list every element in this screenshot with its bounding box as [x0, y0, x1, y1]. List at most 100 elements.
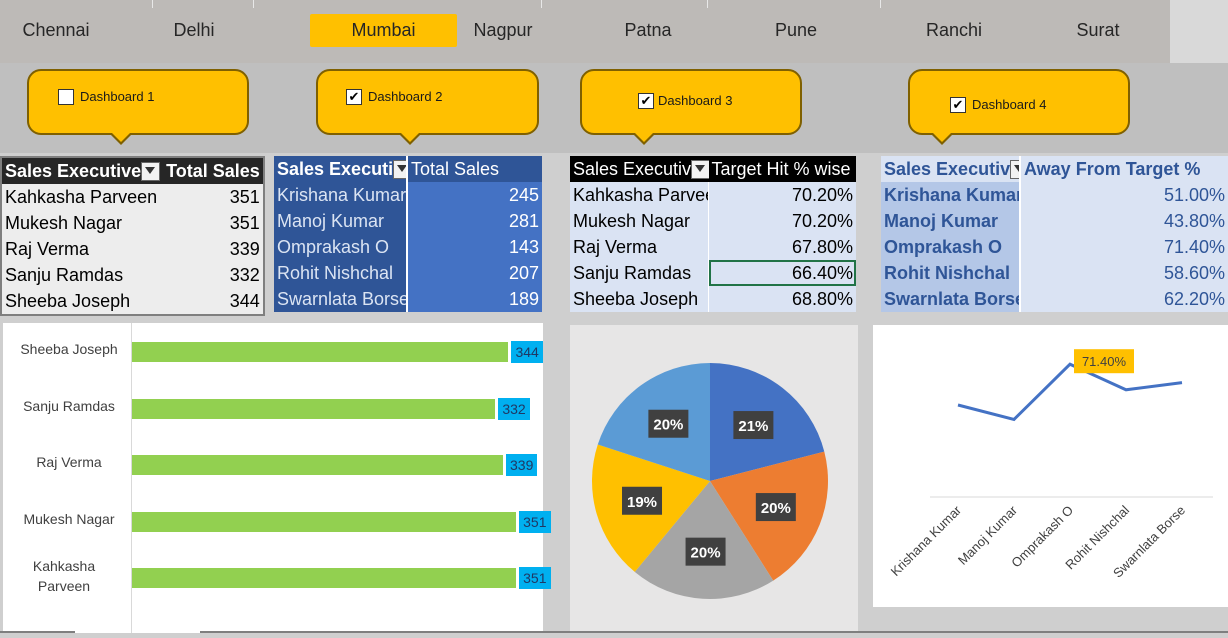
grid-line	[707, 0, 708, 8]
dashboard-2-checkbox[interactable]: ✔	[346, 89, 362, 105]
cell: Swarnlata Borse	[881, 286, 1021, 312]
dashboard-1-label: Dashboard 1	[80, 89, 155, 104]
cell: Sheeba Joseph	[5, 290, 131, 311]
cell: 71.40%	[1020, 234, 1228, 260]
slicer-item-patna[interactable]: Patna	[602, 14, 694, 47]
cell: 51.00%	[1020, 182, 1228, 208]
city-slicer: Chennai Delhi Mumbai Nagpur Patna Pune R…	[0, 0, 1170, 63]
bar[interactable]	[132, 568, 517, 588]
dashboard-3-checkbox[interactable]: ✔	[638, 93, 654, 109]
cell: 58.60%	[1020, 260, 1228, 286]
cell: Manoj Kumar	[881, 208, 1021, 234]
dashboard-2-callout: ✔ Dashboard 2	[316, 69, 539, 145]
bar-data-label: 332	[498, 397, 530, 420]
slicer-item-mumbai[interactable]: Mumbai	[310, 14, 457, 47]
sales-bar-chart[interactable]: Sheeba Joseph 344 Sanju Ramdas 332 Raj Verma…	[3, 323, 551, 633]
active-cell[interactable]: 66.40%	[708, 260, 856, 286]
table-row: Omprakash O 143	[274, 234, 542, 260]
dashboard-4-label: Dashboard 4	[972, 97, 1047, 112]
cell: Rohit Nishchal	[274, 260, 408, 286]
svg-text:19%: 19%	[627, 494, 657, 511]
cell: Omprakash O	[881, 234, 1021, 260]
cell: Mukesh Nagar	[5, 212, 123, 233]
cell: 70.20%	[791, 184, 853, 205]
bar[interactable]	[132, 511, 517, 532]
svg-text:21%: 21%	[738, 418, 768, 435]
slicer-item-pune[interactable]: Pune	[750, 14, 842, 47]
column-header: Target Hit % wise	[711, 158, 851, 179]
cell: Manoj Kumar	[274, 208, 408, 234]
table-row: Manoj Kumar 43.80%	[881, 208, 1228, 234]
dashboard-2-label: Dashboard 2	[368, 89, 443, 104]
cell: 67.80%	[791, 236, 853, 257]
pie-data-label: 20%	[685, 537, 726, 566]
column-header: Total Sales	[166, 160, 260, 181]
cell: Sanju Ramdas	[5, 264, 124, 285]
total-sales-table: Sales Executive Total Sales Kahkasha Par…	[0, 156, 265, 316]
slicer-item-nagpur[interactable]: Nagpur	[457, 14, 549, 47]
bar-category-label: Kahkasha Parveen	[32, 558, 96, 594]
svg-text:20%: 20%	[691, 545, 721, 562]
svg-text:20%: 20%	[653, 417, 683, 434]
filter-icon[interactable]	[1010, 160, 1018, 180]
cell: 332	[229, 264, 260, 285]
slicer-item-ranchi[interactable]: Ranchi	[908, 14, 1000, 47]
line-data-label: 71.40%	[1074, 349, 1134, 374]
filter-icon[interactable]	[393, 160, 405, 180]
bar[interactable]	[132, 398, 496, 419]
cell: 351	[229, 186, 260, 207]
total-sales-blue-table: Sales Executi Total Sales Krishana Kumar…	[274, 156, 542, 312]
grid-line	[152, 0, 153, 8]
dashboard-4-checkbox[interactable]: ✔	[950, 97, 966, 113]
cell: 281	[407, 208, 542, 234]
cell: Sheeba Joseph	[570, 286, 709, 312]
cell: Omprakash O	[274, 234, 408, 260]
column-header: Total Sales	[411, 158, 500, 179]
bar-category-label: Sanju Ramdas	[23, 397, 115, 414]
bar-category-label: Sheeba Joseph	[20, 341, 118, 357]
grid-line	[541, 0, 542, 8]
bar-data-label: 351	[519, 567, 551, 589]
filter-icon[interactable]	[141, 162, 161, 182]
slicer-item-surat[interactable]: Surat	[1052, 14, 1144, 47]
series-line[interactable]	[957, 362, 1183, 422]
away-from-target-line-chart[interactable]: 71.40% Krishana Kumar Manoj Kumar Omprakash…	[873, 325, 1228, 607]
cell: 339	[229, 238, 260, 259]
pie-data-label: 20%	[648, 409, 689, 438]
svg-text:20%: 20%	[761, 500, 791, 517]
x-tick-label: Krishana Kumar	[888, 502, 965, 579]
column-header: Sales Executi	[277, 158, 394, 179]
dashboard-3-label: Dashboard 3	[658, 93, 733, 108]
cell: 351	[229, 212, 260, 233]
column-header: Sales Executive	[5, 160, 142, 181]
cell: Kahkasha Parvee	[570, 182, 709, 208]
cell: 189	[407, 286, 542, 312]
cell: 70.20%	[791, 210, 853, 231]
cell: Rohit Nishchal	[881, 260, 1021, 286]
bar[interactable]	[132, 455, 504, 475]
target-hit-pie-chart[interactable]: 21% 20% 20% 19% 20%	[570, 325, 858, 633]
cell: Krishana Kumar	[274, 182, 408, 208]
bar[interactable]	[132, 342, 509, 362]
grid-line	[253, 0, 254, 8]
table-row: Sheeba Joseph 344	[1, 288, 264, 315]
table-row: Swarnlata Borse 189	[274, 286, 542, 312]
grid-line	[880, 0, 881, 8]
pie-data-label: 20%	[755, 493, 796, 522]
table-row: Raj Verma 67.80%	[570, 234, 856, 260]
dashboard-4-callout: ✔ Dashboard 4	[908, 69, 1130, 145]
target-hit-table: Sales Executiv Target Hit % wise Kahkash…	[570, 156, 856, 312]
column-header: Sales Executiv	[884, 158, 1011, 179]
pie-svg: 21% 20% 20% 19% 20%	[592, 363, 828, 599]
table-row: Krishana Kumar 51.00%	[881, 182, 1228, 208]
filter-icon[interactable]	[691, 160, 709, 180]
pie-data-label: 19%	[622, 486, 663, 515]
svg-text:71.40%: 71.40%	[1082, 354, 1127, 369]
slicer-item-chennai[interactable]: Chennai	[10, 14, 102, 47]
cell: 207	[407, 260, 542, 286]
slicer-item-delhi[interactable]: Delhi	[148, 14, 240, 47]
table-row: Mukesh Nagar 70.20%	[570, 208, 856, 234]
dashboard-1-checkbox[interactable]	[58, 89, 74, 105]
dashboard-3-callout: ✔ Dashboard 3	[580, 69, 802, 145]
table-row: Sanju Ramdas 66.40%	[570, 260, 856, 286]
